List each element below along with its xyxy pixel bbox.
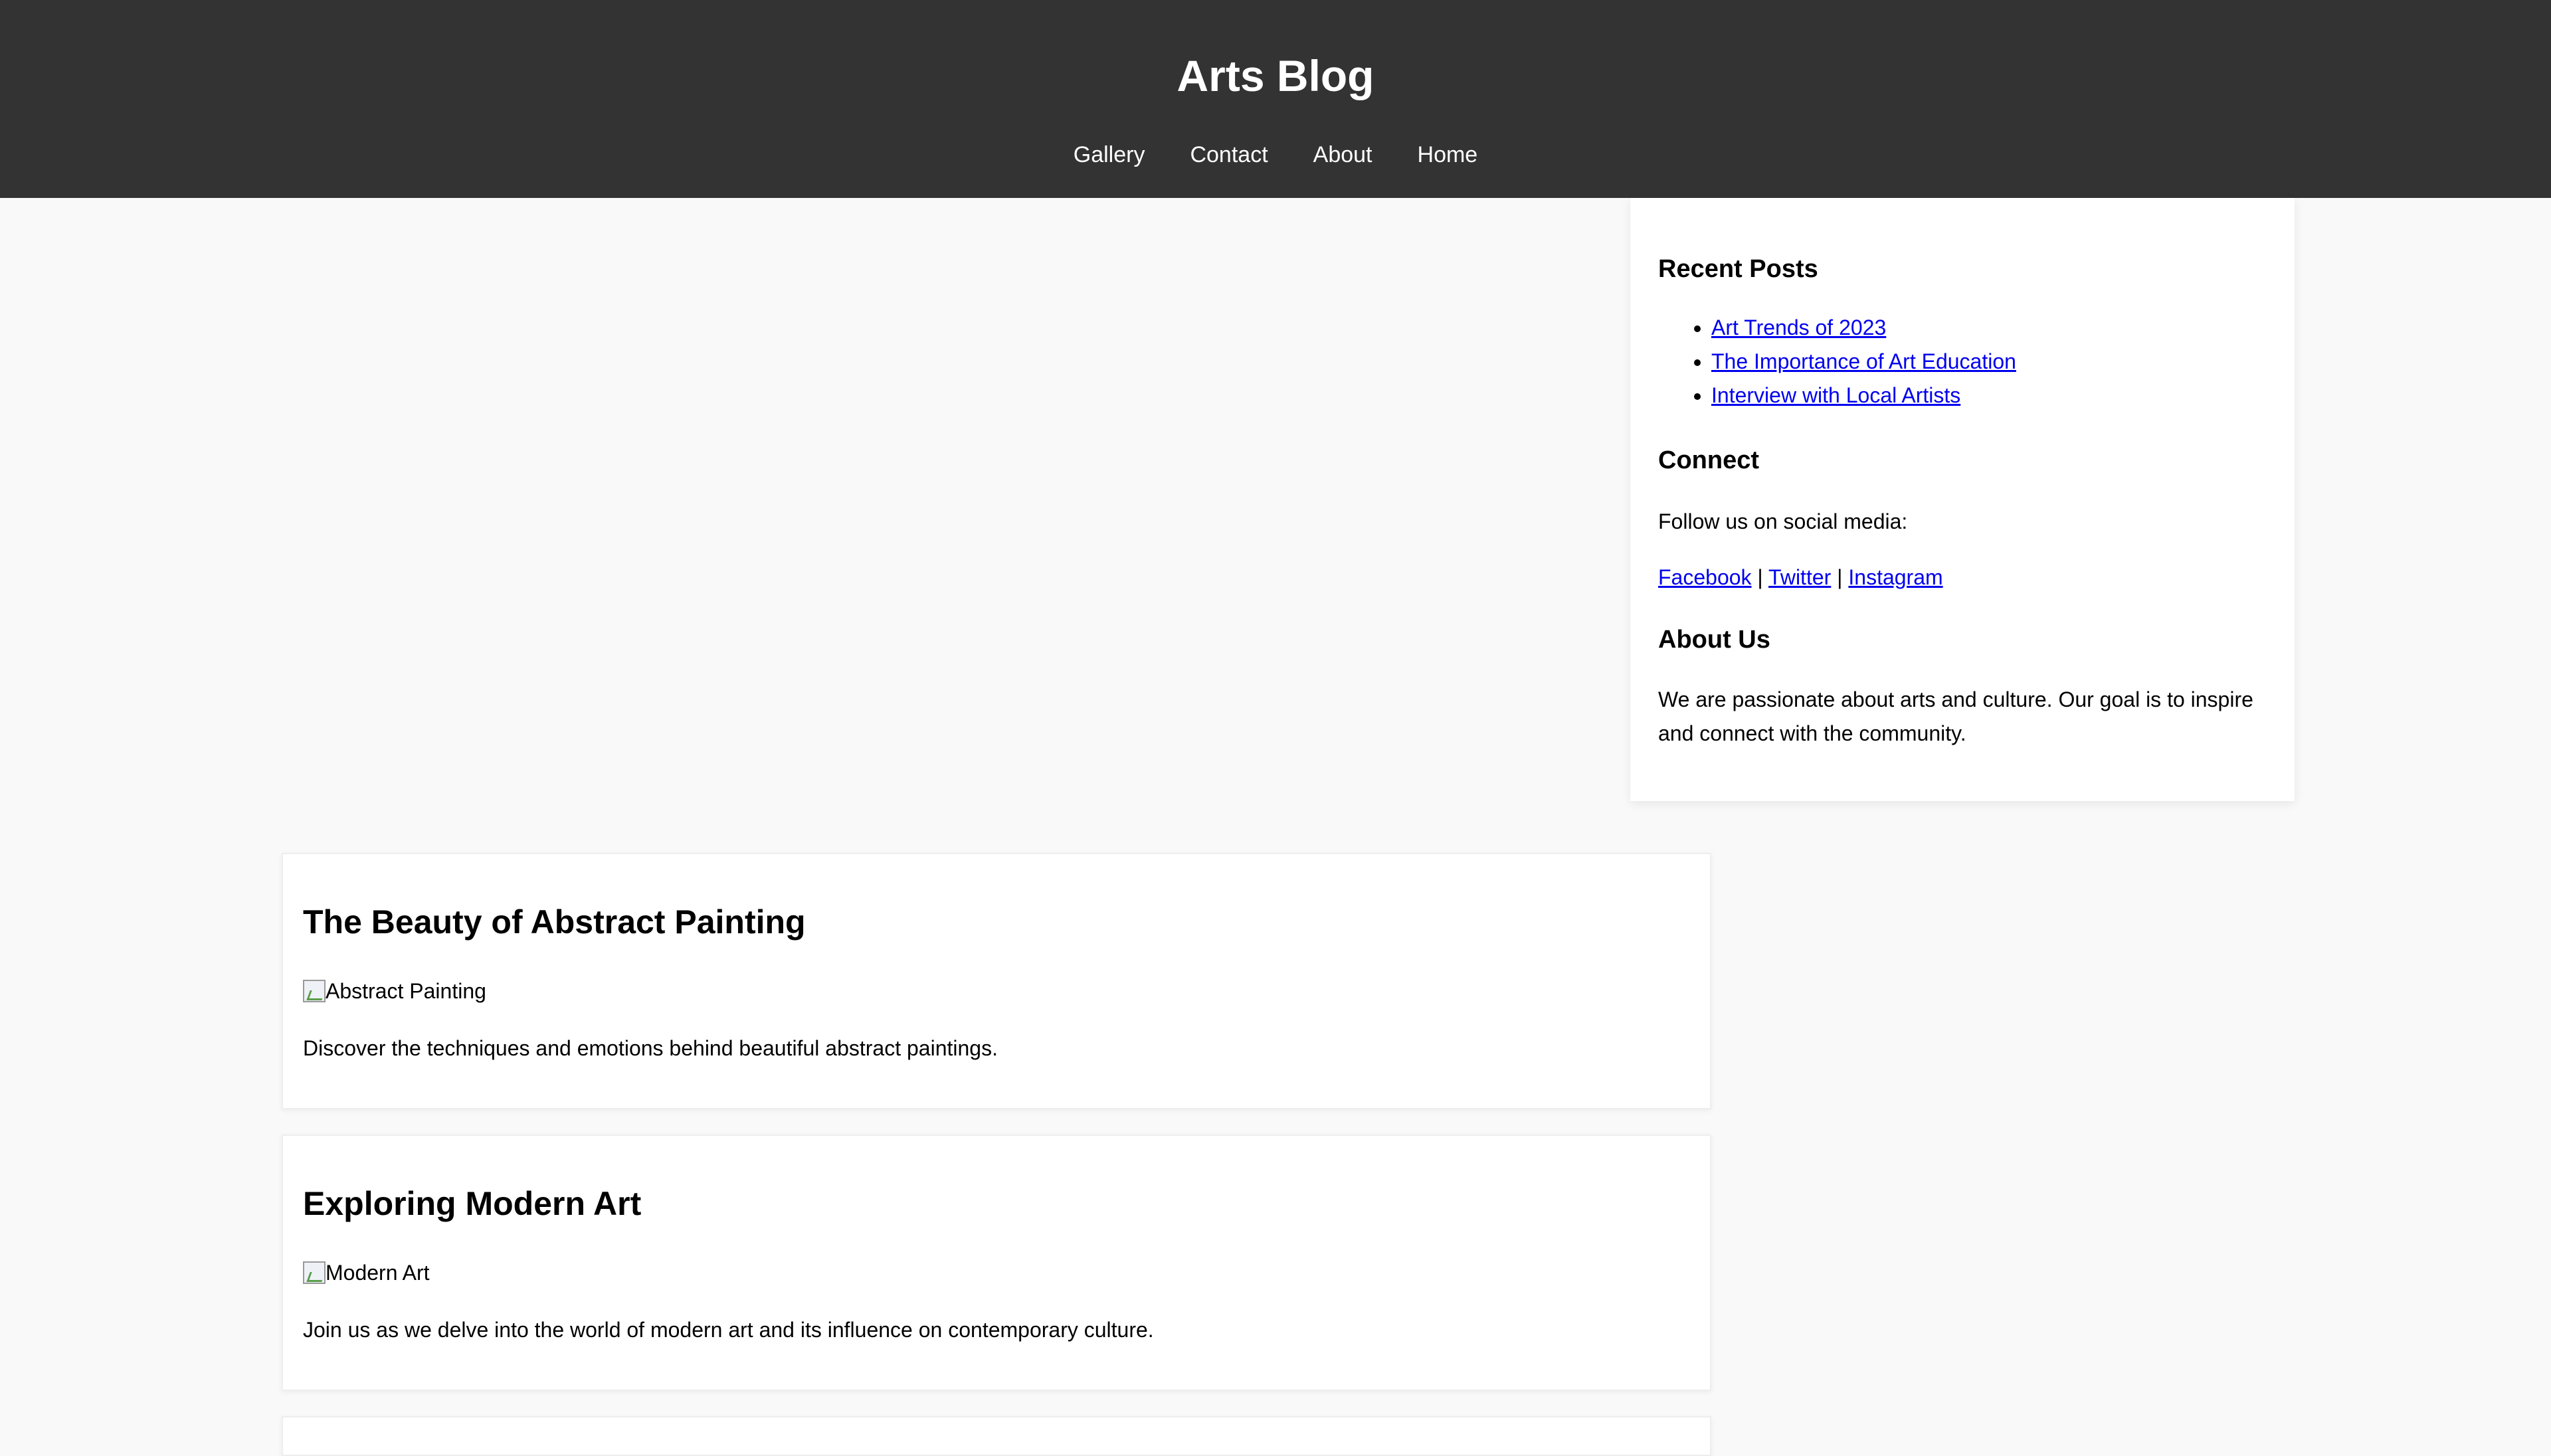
recent-post-link[interactable]: Art Trends of 2023 (1711, 316, 1886, 339)
post-image-alt: Modern Art (326, 1261, 430, 1285)
list-item: Interview with Local Artists (1711, 379, 2016, 412)
sidebar: Recent Posts Art Trends of 2023 The Impo… (1630, 198, 2295, 801)
nav-gallery[interactable]: Gallery (1051, 138, 1168, 171)
post-image-alt: Abstract Painting (326, 979, 486, 1003)
post-excerpt: Join us as we delve into the world of mo… (303, 1318, 1154, 1342)
nav-about[interactable]: About (1291, 138, 1395, 171)
post-title[interactable]: Exploring Modern Art (303, 1184, 641, 1224)
connect-heading: Connect (1658, 446, 1759, 474)
main-nav: Gallery Contact About Home (0, 138, 2551, 171)
recent-post-link[interactable]: Interview with Local Artists (1711, 383, 1960, 407)
blog-post: The Beauty of Abstract Painting Abstract… (282, 853, 1711, 1109)
post-image: Modern Art (303, 1258, 430, 1287)
social-links: Facebook | Twitter | Instagram (1658, 561, 2255, 594)
about-us-heading: About Us (1658, 626, 1770, 654)
twitter-link[interactable]: Twitter (1768, 565, 1831, 589)
list-item: The Importance of Art Education (1711, 345, 2016, 379)
nav-contact[interactable]: Contact (1167, 138, 1290, 171)
about-us-text: We are passionate about arts and culture… (1658, 687, 2253, 745)
recent-post-link[interactable]: The Importance of Art Education (1711, 349, 2016, 373)
separator: | (1757, 565, 1763, 589)
instagram-link[interactable]: Instagram (1848, 565, 1942, 589)
post-excerpt: Discover the techniques and emotions beh… (303, 1036, 998, 1060)
post-image: Abstract Painting (303, 976, 486, 1006)
site-title: Arts Blog (1177, 51, 1374, 100)
broken-image-icon (303, 980, 326, 1002)
post-title[interactable]: The Beauty of Abstract Painting (303, 902, 806, 942)
facebook-link[interactable]: Facebook (1658, 565, 1752, 589)
recent-posts-list: Art Trends of 2023 The Importance of Art… (1658, 311, 2016, 412)
blog-post (282, 1416, 1711, 1456)
separator: | (1837, 565, 1843, 589)
site-header: Arts Blog Gallery Contact About Home (0, 0, 2551, 198)
recent-posts-heading: Recent Posts (1658, 255, 1818, 283)
connect-text: Follow us on social media: (1658, 509, 1908, 533)
broken-image-icon (303, 1261, 326, 1284)
list-item: Art Trends of 2023 (1711, 311, 2016, 345)
nav-home[interactable]: Home (1395, 138, 1501, 171)
blog-post: Exploring Modern Art Modern Art Join us … (282, 1135, 1711, 1391)
